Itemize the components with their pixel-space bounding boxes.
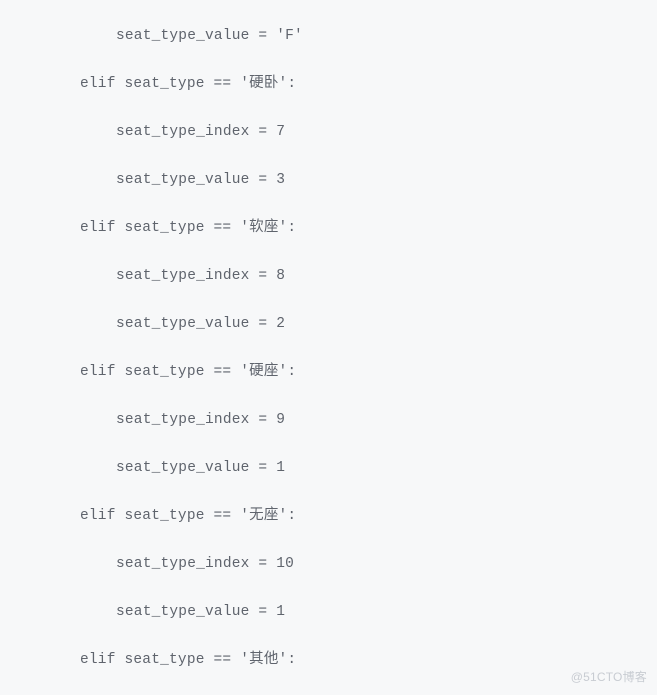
code-line: seat_type_value = 1 bbox=[16, 456, 641, 480]
code-line: seat_type_index = 10 bbox=[16, 552, 641, 576]
code-line: seat_type_value = 2 bbox=[16, 312, 641, 336]
code-line: seat_type_index = 9 bbox=[16, 408, 641, 432]
code-line: seat_type_value = 1 bbox=[16, 600, 641, 624]
code-line: seat_type_value = 3 bbox=[16, 168, 641, 192]
code-line: elif seat_type == '其他': bbox=[16, 648, 641, 672]
code-line: elif seat_type == '软座': bbox=[16, 216, 641, 240]
code-line: seat_type_index = 8 bbox=[16, 264, 641, 288]
code-line: elif seat_type == '硬座': bbox=[16, 360, 641, 384]
code-line: seat_type_index = 7 bbox=[16, 120, 641, 144]
code-line: elif seat_type == '硬卧': bbox=[16, 72, 641, 96]
watermark: @51CTO博客 bbox=[571, 665, 647, 689]
code-line: seat_type_value = 'F' bbox=[16, 24, 641, 48]
code-block: seat_type_value = 'F' elif seat_type == … bbox=[0, 0, 657, 695]
code-line: elif seat_type == '无座': bbox=[16, 504, 641, 528]
